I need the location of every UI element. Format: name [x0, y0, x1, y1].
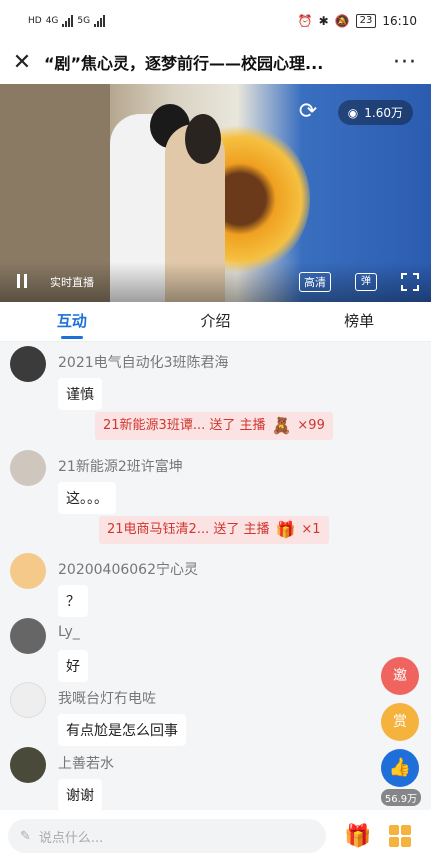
gift-count: ×1	[301, 522, 321, 537]
tab-ranking[interactable]: 榜单	[287, 302, 431, 341]
gift-icon: 🎁	[275, 520, 296, 539]
avatar[interactable]	[10, 553, 46, 589]
live-label: 实时直播	[50, 276, 94, 289]
gift-text: 21新能源3班谭... 送了 主播	[103, 418, 266, 433]
pause-icon[interactable]	[12, 274, 32, 290]
clock: 16:10	[382, 14, 417, 28]
danmu-toggle[interactable]: 弹	[355, 273, 377, 291]
chat-bubble: 谢谢	[58, 779, 102, 810]
gift-text: 21电商马钰清2... 送了 主播	[107, 522, 270, 537]
avatar[interactable]	[10, 450, 46, 486]
view-count-badge: ◉ 1.60万	[337, 100, 413, 125]
5g-label: 5G	[77, 16, 91, 26]
gift-notice: 21新能源3班谭... 送了 主播 🧸 ×99	[95, 412, 333, 440]
apps-icon[interactable]	[389, 825, 412, 847]
chat-bubble: 有点尬是怎么回事	[58, 714, 186, 746]
bottom-bar: ✎ 说点什么... 🎁	[0, 812, 431, 860]
video-controls-right: 高清 弹	[299, 272, 419, 292]
chat-username: 上善若水	[58, 756, 114, 772]
chat-username: 21新能源2班许富坤	[58, 459, 183, 475]
avatar[interactable]	[10, 747, 46, 783]
chat-username: 2021电气自动化3班陈君海	[58, 355, 229, 371]
4g-label: 4G	[45, 16, 59, 26]
network-indicators: HD 4G 5G	[28, 15, 106, 27]
reward-button[interactable]: 赏	[381, 703, 419, 741]
video-controls: 实时直播 高清 弹	[0, 262, 431, 302]
invite-button[interactable]: 邀	[381, 657, 419, 695]
thumbs-up-icon: 👍	[388, 757, 412, 778]
gift-icon: 🧸	[271, 416, 292, 435]
alarm-icon: ⏰	[297, 14, 313, 28]
video-scene-person-head	[185, 114, 221, 164]
tab-intro[interactable]: 介绍	[144, 302, 288, 341]
gift-notice: 21电商马钰清2... 送了 主播 🎁 ×1	[99, 516, 329, 544]
like-count: 56.9万	[381, 789, 421, 806]
chat-bubble: 谨慎	[58, 378, 102, 410]
eye-icon: ◉	[347, 105, 359, 120]
floating-actions: 邀 赏 👍 56.9万	[381, 657, 421, 806]
mute-icon: 🔕	[334, 14, 350, 28]
gift-count: ×99	[297, 418, 325, 433]
battery-icon: 23	[355, 14, 377, 28]
header: ✕ “剧”焦心灵，逐梦前行——校园心理... ···	[0, 42, 431, 82]
signal-icon-2	[94, 15, 106, 27]
chat-bubble: 这。。。	[58, 482, 116, 514]
status-right: ⏰ ✱ 🔕 23 16:10	[298, 14, 417, 28]
more-icon[interactable]: ···	[379, 50, 431, 75]
fullscreen-icon[interactable]	[401, 273, 419, 291]
avatar[interactable]	[10, 618, 46, 654]
chat-feed[interactable]: 2021电气自动化3班陈君海 谨慎 21新能源3班谭... 送了 主播 🧸 ×9…	[0, 342, 431, 810]
gift-button[interactable]: 🎁	[344, 824, 371, 849]
pencil-icon: ✎	[20, 828, 31, 844]
like-button[interactable]: 👍	[381, 749, 419, 787]
view-count: 1.60万	[364, 106, 403, 120]
comment-placeholder: 说点什么...	[38, 830, 104, 846]
tab-interaction[interactable]: 互动	[0, 302, 144, 341]
close-icon[interactable]: ✕	[0, 50, 44, 75]
refresh-icon[interactable]: ⟳	[296, 100, 320, 124]
chat-bubble: ？	[58, 585, 88, 617]
hd-label: HD	[28, 16, 42, 26]
status-bar: HD 4G 5G ⏰ ✱ 🔕 23 16:10	[0, 0, 431, 42]
chat-bubble: 好	[58, 650, 88, 682]
avatar[interactable]	[10, 346, 46, 382]
chat-username: 20200406062宁心灵	[58, 562, 198, 578]
avatar[interactable]	[10, 682, 46, 718]
comment-input[interactable]: ✎ 说点什么...	[8, 819, 326, 853]
video-player[interactable]: ⟳ ◉ 1.60万 实时直播 高清 弹	[0, 84, 431, 302]
chat-username: 我嘅台灯冇电咗	[58, 691, 156, 707]
page-title: “剧”焦心灵，逐梦前行——校园心理...	[44, 54, 324, 73]
bluetooth-icon: ✱	[318, 14, 329, 28]
quality-button[interactable]: 高清	[299, 272, 331, 292]
chat-username: Ly_	[58, 624, 80, 640]
signal-icon	[62, 15, 74, 27]
tab-bar: 互动 介绍 榜单	[0, 302, 431, 342]
